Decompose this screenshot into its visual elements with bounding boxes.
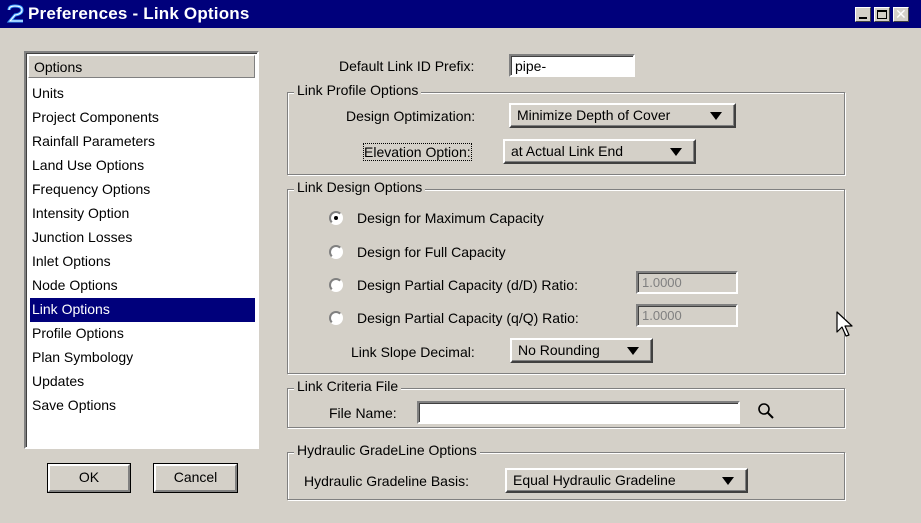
qQ-ratio-input[interactable]: 1.0000 xyxy=(636,304,738,327)
close-icon: ✕ xyxy=(895,6,907,22)
magnifier-icon[interactable] xyxy=(756,401,776,421)
list-item[interactable]: Plan Symbology xyxy=(30,346,255,370)
dropdown-arrow-icon xyxy=(710,112,722,120)
design-optimization-label: Design Optimization: xyxy=(346,108,476,124)
cancel-button[interactable]: Cancel xyxy=(153,463,238,493)
list-item[interactable]: Node Options xyxy=(30,274,255,298)
minimize-button[interactable] xyxy=(855,7,871,22)
close-button[interactable]: ✕ xyxy=(893,6,909,22)
window-title: Preferences - Link Options xyxy=(28,4,250,23)
dD-ratio-input[interactable]: 1.0000 xyxy=(636,271,738,294)
hgl-basis-value: Equal Hydraulic Gradeline xyxy=(513,472,676,488)
dropdown-arrow-icon xyxy=(722,477,734,485)
dropdown-arrow-icon xyxy=(627,347,639,355)
mouse-pointer-icon xyxy=(836,311,853,337)
list-item[interactable]: Project Components xyxy=(30,106,255,130)
radio-qQ-ratio[interactable] xyxy=(329,311,343,325)
list-item-selected[interactable]: Link Options xyxy=(30,298,255,322)
dropdown-arrow-icon xyxy=(670,148,682,156)
radio-qQ-ratio-label[interactable]: Design Partial Capacity (q/Q) Ratio: xyxy=(357,310,579,326)
options-list[interactable]: Options Units Project Components Rainfal… xyxy=(24,51,259,449)
radio-dot-icon xyxy=(334,216,338,220)
list-item[interactable]: Frequency Options xyxy=(30,178,255,202)
hgl-basis-label: Hydraulic Gradeline Basis: xyxy=(304,473,469,489)
hgl-basis-dropdown[interactable]: Equal Hydraulic Gradeline xyxy=(505,468,748,493)
list-item[interactable]: Units xyxy=(30,82,255,106)
radio-dD-ratio[interactable] xyxy=(329,278,343,292)
list-item[interactable]: Rainfall Parameters xyxy=(30,130,255,154)
elevation-option-label: Elevation Option: xyxy=(363,143,472,161)
list-item[interactable]: Updates xyxy=(30,370,255,394)
list-item[interactable]: Intensity Option xyxy=(30,202,255,226)
list-item[interactable]: Inlet Options xyxy=(30,250,255,274)
ok-button[interactable]: OK xyxy=(47,463,131,493)
radio-max-capacity[interactable] xyxy=(329,211,343,225)
radio-full-capacity-label[interactable]: Design for Full Capacity xyxy=(357,244,506,260)
list-item[interactable]: Junction Losses xyxy=(30,226,255,250)
criteria-legend: Link Criteria File xyxy=(294,378,402,394)
cancel-label: Cancel xyxy=(173,469,218,485)
link-design-legend: Link Design Options xyxy=(294,179,426,195)
elevation-option-value: at Actual Link End xyxy=(511,143,624,159)
app-logo-icon xyxy=(6,4,24,23)
ok-label: OK xyxy=(78,469,100,485)
elevation-option-dropdown[interactable]: at Actual Link End xyxy=(503,139,696,164)
default-prefix-input[interactable]: pipe- xyxy=(509,54,635,77)
list-item[interactable]: Land Use Options xyxy=(30,154,255,178)
options-list-header: Options xyxy=(28,55,255,78)
radio-dD-ratio-label[interactable]: Design Partial Capacity (d/D) Ratio: xyxy=(357,277,578,293)
file-name-label: File Name: xyxy=(329,405,397,421)
file-name-input[interactable] xyxy=(417,401,740,424)
maximize-button[interactable] xyxy=(874,7,890,22)
link-profile-legend: Link Profile Options xyxy=(294,82,422,98)
design-optimization-dropdown[interactable]: Minimize Depth of Cover xyxy=(509,103,736,128)
radio-max-capacity-label[interactable]: Design for Maximum Capacity xyxy=(357,210,544,226)
slope-decimal-value: No Rounding xyxy=(518,342,600,358)
design-optimization-value: Minimize Depth of Cover xyxy=(517,107,671,123)
radio-full-capacity[interactable] xyxy=(329,245,343,259)
list-item[interactable]: Save Options xyxy=(30,394,255,418)
default-prefix-label: Default Link ID Prefix: xyxy=(339,58,475,74)
slope-decimal-dropdown[interactable]: No Rounding xyxy=(510,338,653,363)
title-bar[interactable]: Preferences - Link Options ✕ xyxy=(0,0,921,28)
list-item[interactable]: Profile Options xyxy=(30,322,255,346)
slope-decimal-label: Link Slope Decimal: xyxy=(351,344,475,360)
options-items: Units Project Components Rainfall Parame… xyxy=(30,82,255,418)
hgl-legend: Hydraulic GradeLine Options xyxy=(294,442,480,458)
